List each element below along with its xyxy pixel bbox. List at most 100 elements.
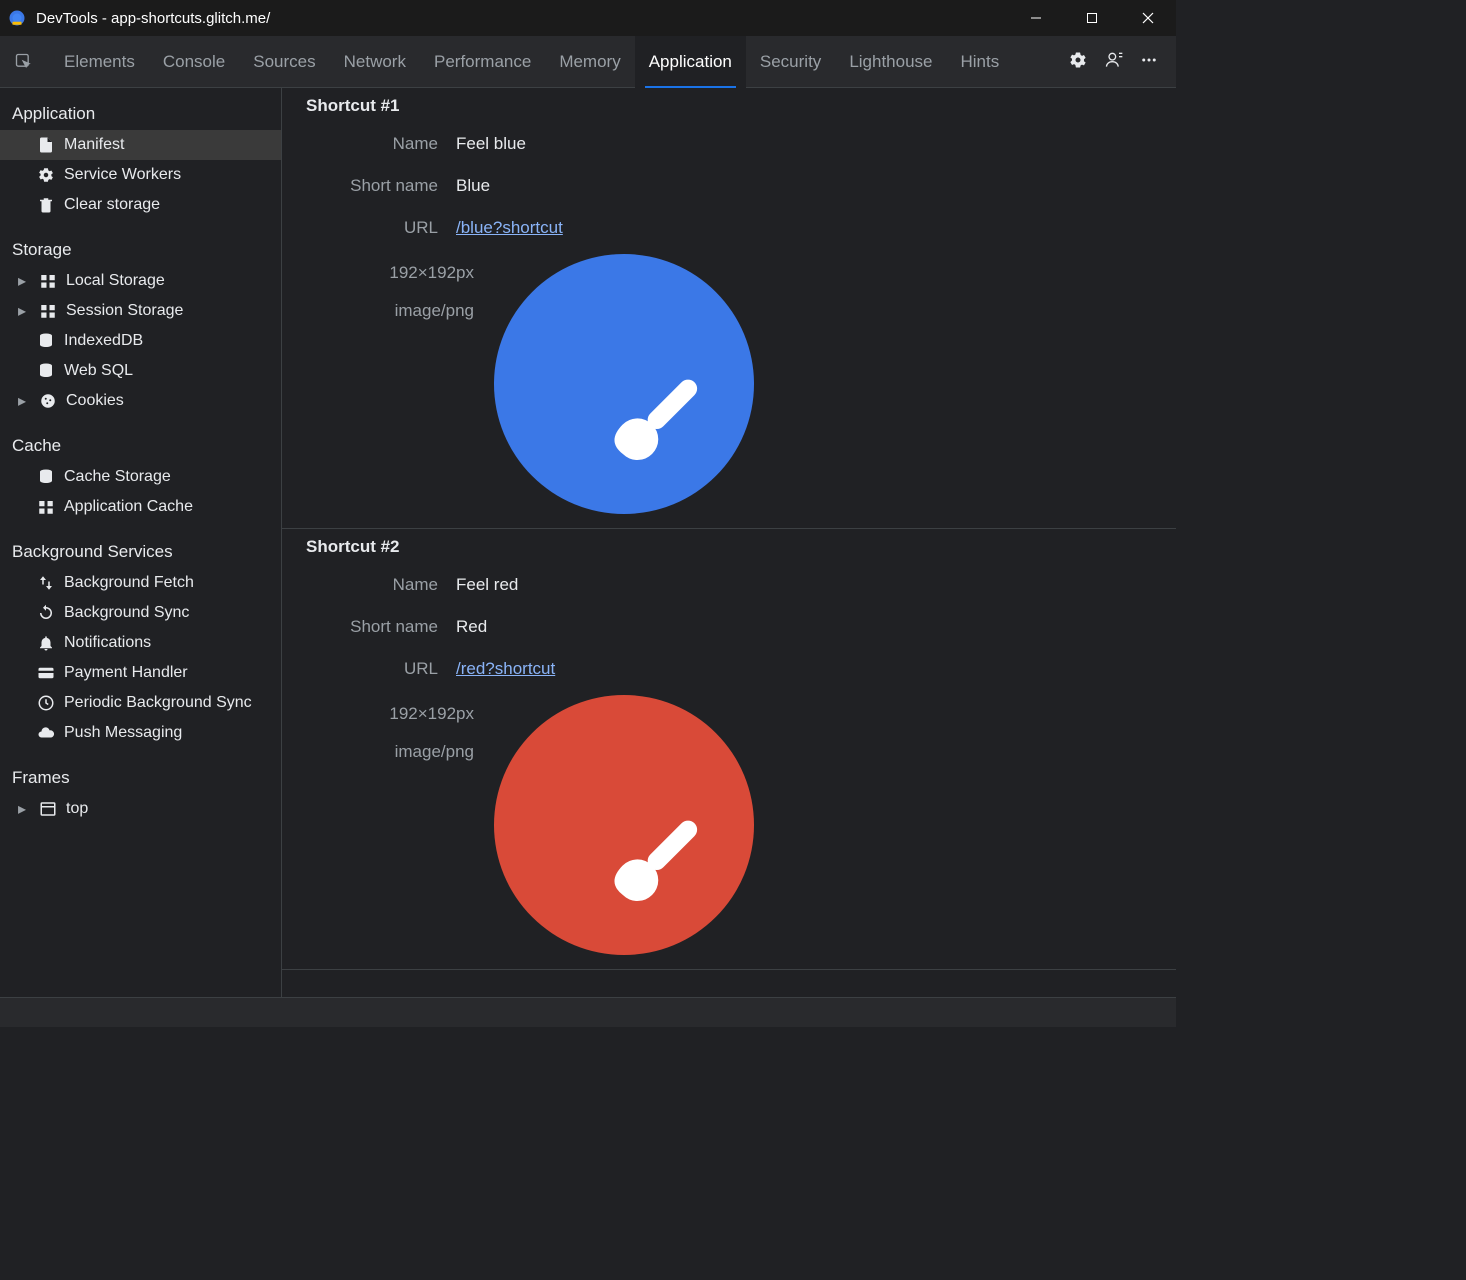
grid-icon — [36, 498, 56, 516]
sidebar-heading: Application — [0, 94, 281, 130]
close-button[interactable] — [1120, 0, 1176, 36]
sidebar-item-local-storage[interactable]: ▸ Local Storage — [0, 266, 281, 296]
prop-label: Name — [306, 575, 456, 595]
prop-value: Feel blue — [456, 134, 526, 154]
prop-value: Red — [456, 617, 487, 637]
tab-security[interactable]: Security — [746, 36, 835, 88]
sidebar-item-manifest[interactable]: Manifest — [0, 130, 281, 160]
maximize-button[interactable] — [1064, 0, 1120, 36]
sidebar-item-label: Service Workers — [64, 166, 281, 184]
sidebar-item-label: Periodic Background Sync — [64, 694, 281, 712]
settings-icon[interactable] — [1068, 50, 1088, 73]
database-icon — [36, 332, 56, 350]
file-icon — [36, 136, 56, 154]
tab-console[interactable]: Console — [149, 36, 239, 88]
inspect-element-icon[interactable] — [10, 52, 38, 72]
feedback-icon[interactable] — [1104, 50, 1124, 73]
title-bar: DevTools - app-shortcuts.glitch.me/ — [0, 0, 1176, 36]
sidebar-item-label: Local Storage — [66, 272, 281, 290]
sidebar-item-background-sync[interactable]: Background Sync — [0, 598, 281, 628]
cookie-icon — [38, 392, 58, 410]
shortcut-icon-preview — [494, 695, 754, 955]
sidebar-item-label: Notifications — [64, 634, 281, 652]
sidebar-item-notifications[interactable]: Notifications — [0, 628, 281, 658]
sidebar-item-label: Clear storage — [64, 196, 281, 214]
sidebar-item-label: Session Storage — [66, 302, 281, 320]
sidebar-item-payment-handler[interactable]: Payment Handler — [0, 658, 281, 688]
more-icon[interactable] — [1140, 51, 1158, 72]
tab-lighthouse[interactable]: Lighthouse — [835, 36, 946, 88]
database-icon — [36, 468, 56, 486]
window-icon — [38, 800, 58, 818]
prop-label: URL — [306, 659, 456, 679]
sidebar-item-label: Background Fetch — [64, 574, 281, 592]
expand-icon: ▸ — [18, 301, 30, 321]
tab-application[interactable]: Application — [635, 36, 746, 88]
expand-icon: ▸ — [18, 271, 30, 291]
tab-hints[interactable]: Hints — [947, 36, 1014, 88]
bell-icon — [36, 634, 56, 652]
sidebar-item-cache-storage[interactable]: Cache Storage — [0, 462, 281, 492]
expand-icon: ▸ — [18, 799, 30, 819]
sidebar-item-web-sql[interactable]: Web SQL — [0, 356, 281, 386]
prop-value: Blue — [456, 176, 490, 196]
bottom-drawer-bar[interactable] — [0, 997, 1176, 1027]
tab-elements[interactable]: Elements — [50, 36, 149, 88]
sidebar-item-label: Background Sync — [64, 604, 281, 622]
sidebar-item-session-storage[interactable]: ▸ Session Storage — [0, 296, 281, 326]
gear-icon — [36, 166, 56, 184]
sidebar-heading: Background Services — [0, 532, 281, 568]
main-content: Shortcut #1NameFeel blueShort nameBlueUR… — [282, 88, 1176, 997]
sidebar-item-label: Push Messaging — [64, 724, 281, 742]
shortcut-title: Shortcut #1 — [306, 96, 1152, 116]
tab-memory[interactable]: Memory — [545, 36, 634, 88]
tabs-bar: ElementsConsoleSourcesNetworkPerformance… — [0, 36, 1176, 88]
sync-icon — [36, 604, 56, 622]
prop-label: Name — [306, 134, 456, 154]
minimize-button[interactable] — [1008, 0, 1064, 36]
sidebar: ApplicationManifest Service Workers Clear … — [0, 88, 282, 997]
tab-sources[interactable]: Sources — [239, 36, 329, 88]
sidebar-item-indexeddb[interactable]: IndexedDB — [0, 326, 281, 356]
sidebar-item-push-messaging[interactable]: Push Messaging — [0, 718, 281, 748]
sidebar-heading: Frames — [0, 758, 281, 794]
grid-icon — [38, 302, 58, 320]
shortcut-block: Shortcut #2 NameFeel red Short nameRed URL/… — [282, 529, 1176, 970]
sidebar-item-label: Payment Handler — [64, 664, 281, 682]
window-title: DevTools - app-shortcuts.glitch.me/ — [36, 10, 270, 27]
shortcut-url-link[interactable]: /blue?shortcut — [456, 218, 563, 238]
sidebar-item-label: Cookies — [66, 392, 281, 410]
sidebar-item-label: Application Cache — [64, 498, 281, 516]
card-icon — [36, 664, 56, 682]
sidebar-item-background-fetch[interactable]: Background Fetch — [0, 568, 281, 598]
prop-label: URL — [306, 218, 456, 238]
prop-label: Short name — [306, 617, 456, 637]
sidebar-item-label: IndexedDB — [64, 332, 281, 350]
sidebar-heading: Cache — [0, 426, 281, 462]
sidebar-item-top[interactable]: ▸ top — [0, 794, 281, 824]
devtools-icon — [8, 9, 26, 27]
shortcut-title: Shortcut #2 — [306, 537, 1152, 557]
sidebar-item-label: Web SQL — [64, 362, 281, 380]
tab-performance[interactable]: Performance — [420, 36, 545, 88]
trash-icon — [36, 196, 56, 214]
database-icon — [36, 362, 56, 380]
sidebar-item-application-cache[interactable]: Application Cache — [0, 492, 281, 522]
shortcut-url-link[interactable]: /red?shortcut — [456, 659, 555, 679]
grid-icon — [38, 272, 58, 290]
window-controls — [1008, 0, 1176, 36]
clock-icon — [36, 694, 56, 712]
prop-value: Feel red — [456, 575, 518, 595]
sidebar-item-clear-storage[interactable]: Clear storage — [0, 190, 281, 220]
sidebar-item-periodic-background-sync[interactable]: Periodic Background Sync — [0, 688, 281, 718]
sidebar-heading: Storage — [0, 230, 281, 266]
sidebar-item-service-workers[interactable]: Service Workers — [0, 160, 281, 190]
tab-network[interactable]: Network — [330, 36, 420, 88]
sidebar-item-label: top — [66, 800, 281, 818]
shortcut-block: Shortcut #1NameFeel blueShort nameBlueUR… — [282, 88, 1176, 529]
shortcut-icon-preview — [494, 254, 754, 514]
expand-icon: ▸ — [18, 391, 30, 411]
icon-metadata: 192×192pximage/png — [306, 695, 474, 771]
icon-metadata: 192×192pximage/png — [306, 254, 474, 330]
sidebar-item-cookies[interactable]: ▸ Cookies — [0, 386, 281, 416]
